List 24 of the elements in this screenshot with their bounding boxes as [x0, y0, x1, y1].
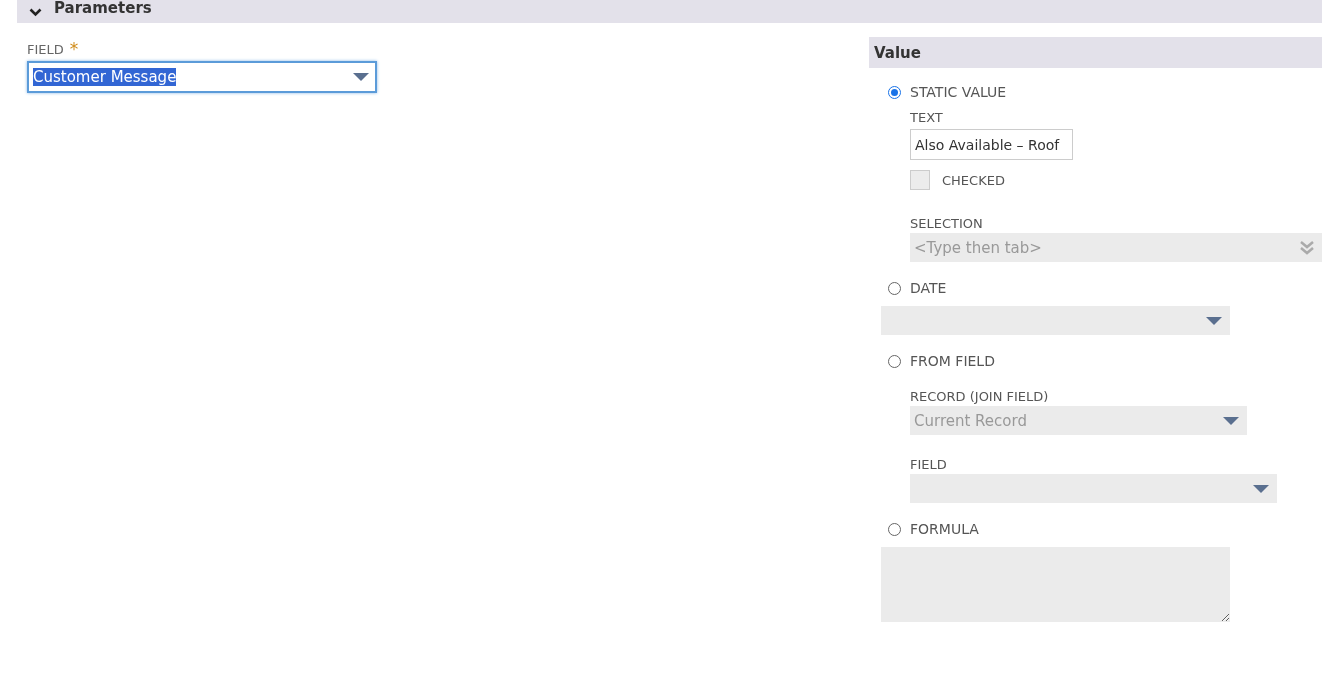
field-label: FIELD	[910, 457, 948, 472]
value-header: Value	[869, 37, 1322, 68]
dropdown-arrow-icon	[1206, 316, 1222, 325]
required-mark: *	[69, 41, 79, 58]
field-label: SELECTION	[910, 216, 984, 231]
option-label: STATIC VALUE	[910, 84, 1007, 100]
dropdown-arrow-icon	[1253, 484, 1269, 493]
double-chevron-icon	[1300, 240, 1314, 255]
field-label: FIELD	[27, 42, 64, 57]
option-label: FORMULA	[910, 521, 979, 537]
section-title: Parameters	[54, 0, 152, 17]
checkbox-label: CHECKED	[942, 172, 1005, 188]
section-header[interactable]: Parameters	[17, 0, 1322, 23]
option-label: FROM FIELD	[910, 353, 995, 369]
dropdown-arrow-icon	[1223, 416, 1239, 425]
field-select[interactable]: Customer Message	[27, 61, 377, 93]
dropdown-field[interactable]	[910, 474, 1277, 503]
checkbox[interactable]	[910, 170, 930, 190]
text-input[interactable]: Also Available – Roof	[910, 129, 1073, 160]
dropdown-field[interactable]	[881, 306, 1230, 335]
field-label: TEXT	[910, 110, 944, 125]
option-label: DATE	[910, 280, 947, 296]
field-label: RECORD (JOIN FIELD)	[910, 389, 1050, 404]
dropdown-arrow-icon	[353, 73, 369, 81]
